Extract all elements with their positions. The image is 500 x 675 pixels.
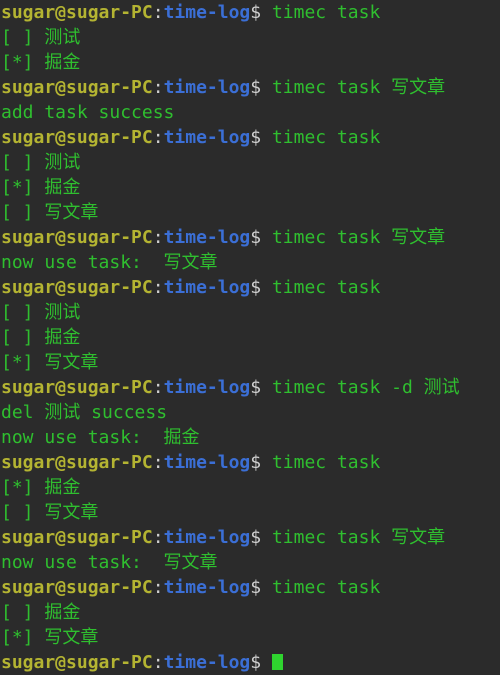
prompt-path: time-log: [163, 77, 251, 98]
prompt-dollar: $: [250, 377, 272, 398]
command-text: timec task: [271, 2, 381, 23]
prompt-path: time-log: [163, 452, 251, 473]
output-text: now use task: 写文章: [1, 252, 218, 273]
prompt-dollar: $: [250, 127, 272, 148]
output-line: [ ] 写文章: [1, 200, 500, 225]
prompt-dollar: $: [250, 452, 272, 473]
output-text: add task success: [1, 102, 175, 123]
output-text: [*] 掘金: [1, 477, 81, 498]
output-text: [ ] 测试: [1, 302, 81, 323]
prompt-colon: :: [152, 2, 164, 23]
command-text: timec task 写文章: [271, 77, 446, 98]
output-text: [*] 掘金: [1, 177, 81, 198]
prompt-colon: :: [152, 452, 164, 473]
prompt-user-host: sugar@sugar-PC: [1, 527, 153, 548]
prompt-line: sugar@sugar-PC:time-log$ timec task 写文章: [1, 75, 500, 100]
prompt-dollar: $: [250, 577, 272, 598]
prompt-path: time-log: [163, 127, 251, 148]
output-line: [ ] 掘金: [1, 600, 500, 625]
output-text: now use task: 写文章: [1, 552, 218, 573]
command-text: timec task -d 测试: [271, 377, 460, 398]
prompt-colon: :: [152, 127, 164, 148]
prompt-path: time-log: [163, 577, 251, 598]
prompt-user-host: sugar@sugar-PC: [1, 652, 153, 673]
output-text: [ ] 掘金: [1, 602, 81, 623]
prompt-line: sugar@sugar-PC:time-log$ timec task 写文章: [1, 225, 500, 250]
output-line: [*] 写文章: [1, 625, 500, 650]
prompt-colon: :: [152, 77, 164, 98]
output-line: [ ] 写文章: [1, 500, 500, 525]
output-line: now use task: 写文章: [1, 250, 500, 275]
prompt-dollar: $: [250, 652, 272, 673]
output-line: [ ] 测试: [1, 150, 500, 175]
prompt-path: time-log: [163, 377, 251, 398]
command-text: timec task 写文章: [271, 227, 446, 248]
prompt-line: sugar@sugar-PC:time-log$: [1, 650, 500, 675]
prompt-dollar: $: [250, 527, 272, 548]
prompt-colon: :: [152, 377, 164, 398]
output-line: del 测试 success: [1, 400, 500, 425]
prompt-user-host: sugar@sugar-PC: [1, 77, 153, 98]
prompt-line: sugar@sugar-PC:time-log$ timec task: [1, 125, 500, 150]
output-text: [ ] 写文章: [1, 202, 99, 223]
prompt-dollar: $: [250, 277, 272, 298]
prompt-colon: :: [152, 227, 164, 248]
prompt-colon: :: [152, 652, 164, 673]
output-line: now use task: 掘金: [1, 425, 500, 450]
prompt-path: time-log: [163, 227, 251, 248]
command-text: timec task 写文章: [271, 527, 446, 548]
prompt-path: time-log: [163, 652, 251, 673]
prompt-line: sugar@sugar-PC:time-log$ timec task: [1, 575, 500, 600]
cursor[interactable]: [271, 654, 283, 670]
output-text: [ ] 写文章: [1, 502, 99, 523]
prompt-user-host: sugar@sugar-PC: [1, 277, 153, 298]
output-line: [*] 掘金: [1, 475, 500, 500]
prompt-colon: :: [152, 577, 164, 598]
prompt-line: sugar@sugar-PC:time-log$ timec task: [1, 0, 500, 25]
output-text: [*] 写文章: [1, 352, 99, 373]
output-line: [ ] 掘金: [1, 325, 500, 350]
prompt-path: time-log: [163, 2, 251, 23]
prompt-user-host: sugar@sugar-PC: [1, 2, 153, 23]
prompt-line: sugar@sugar-PC:time-log$ timec task: [1, 450, 500, 475]
output-text: now use task: 掘金: [1, 427, 200, 448]
prompt-path: time-log: [163, 527, 251, 548]
prompt-path: time-log: [163, 277, 251, 298]
prompt-colon: :: [152, 527, 164, 548]
prompt-colon: :: [152, 277, 164, 298]
output-line: now use task: 写文章: [1, 550, 500, 575]
terminal-window[interactable]: sugar@sugar-PC:time-log$ timec task[ ] 测…: [0, 0, 500, 673]
output-line: [*] 掘金: [1, 175, 500, 200]
prompt-user-host: sugar@sugar-PC: [1, 377, 153, 398]
output-text: [*] 掘金: [1, 52, 81, 73]
prompt-user-host: sugar@sugar-PC: [1, 452, 153, 473]
output-text: [ ] 测试: [1, 27, 81, 48]
prompt-line: sugar@sugar-PC:time-log$ timec task -d 测…: [1, 375, 500, 400]
command-text: timec task: [271, 577, 381, 598]
output-line: [*] 写文章: [1, 350, 500, 375]
output-line: add task success: [1, 100, 500, 125]
output-text: [ ] 测试: [1, 152, 81, 173]
output-text: [*] 写文章: [1, 627, 99, 648]
prompt-line: sugar@sugar-PC:time-log$ timec task: [1, 275, 500, 300]
prompt-user-host: sugar@sugar-PC: [1, 227, 153, 248]
output-text: del 测试 success: [1, 402, 168, 423]
command-text: timec task: [271, 277, 381, 298]
output-text: [ ] 掘金: [1, 327, 81, 348]
prompt-dollar: $: [250, 77, 272, 98]
prompt-user-host: sugar@sugar-PC: [1, 577, 153, 598]
command-text: timec task: [271, 127, 381, 148]
command-text: timec task: [271, 452, 381, 473]
output-line: [ ] 测试: [1, 300, 500, 325]
prompt-line: sugar@sugar-PC:time-log$ timec task 写文章: [1, 525, 500, 550]
output-line: [ ] 测试: [1, 25, 500, 50]
prompt-dollar: $: [250, 227, 272, 248]
output-line: [*] 掘金: [1, 50, 500, 75]
prompt-user-host: sugar@sugar-PC: [1, 127, 153, 148]
prompt-dollar: $: [250, 2, 272, 23]
